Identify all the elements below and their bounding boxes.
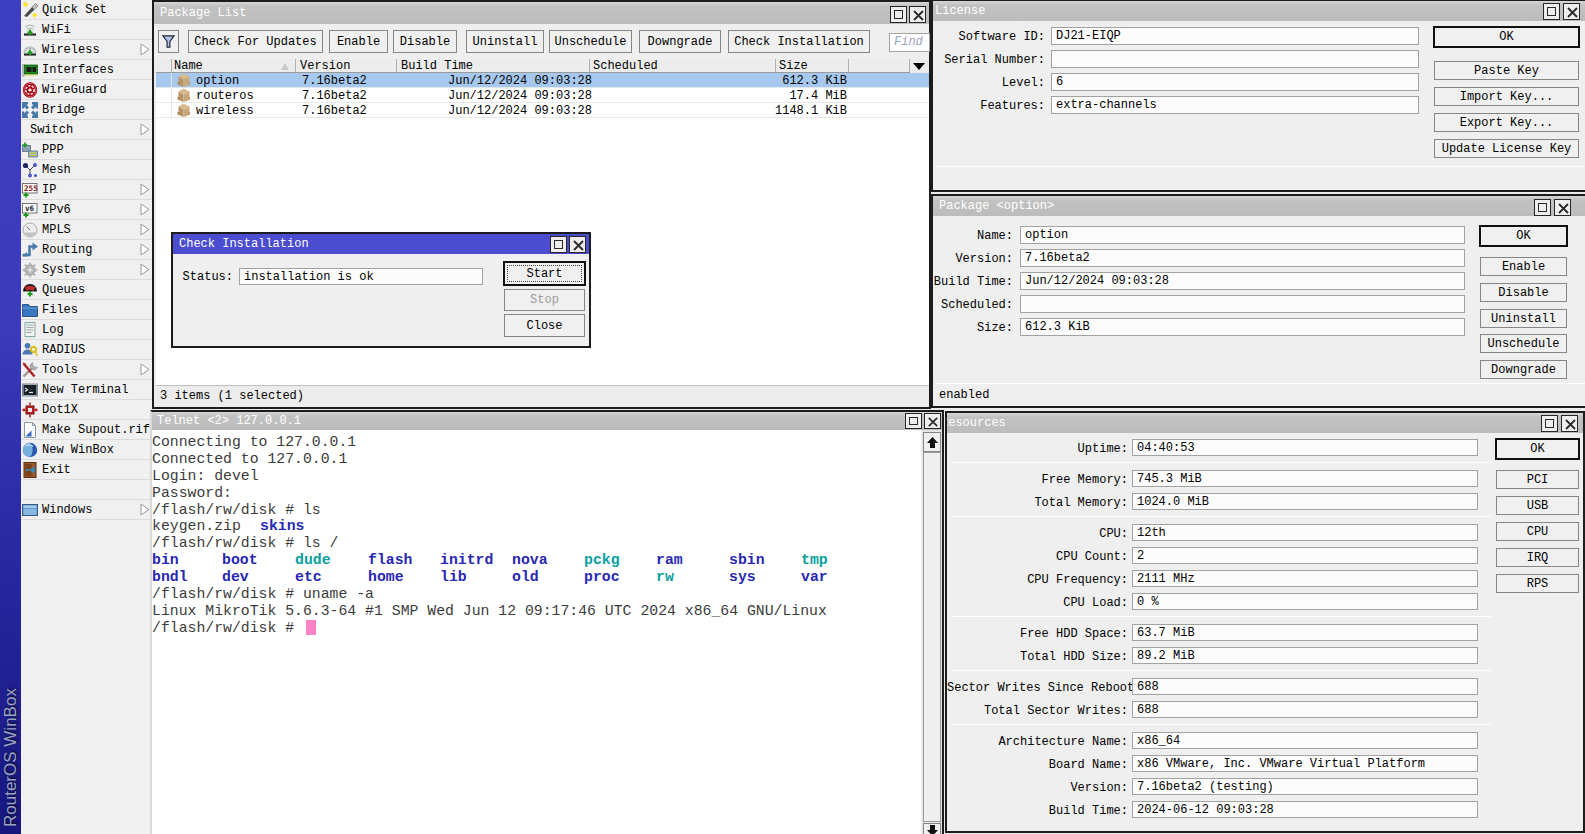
svg-text:v6: v6 — [25, 204, 35, 213]
svg-text:255: 255 — [24, 184, 38, 193]
